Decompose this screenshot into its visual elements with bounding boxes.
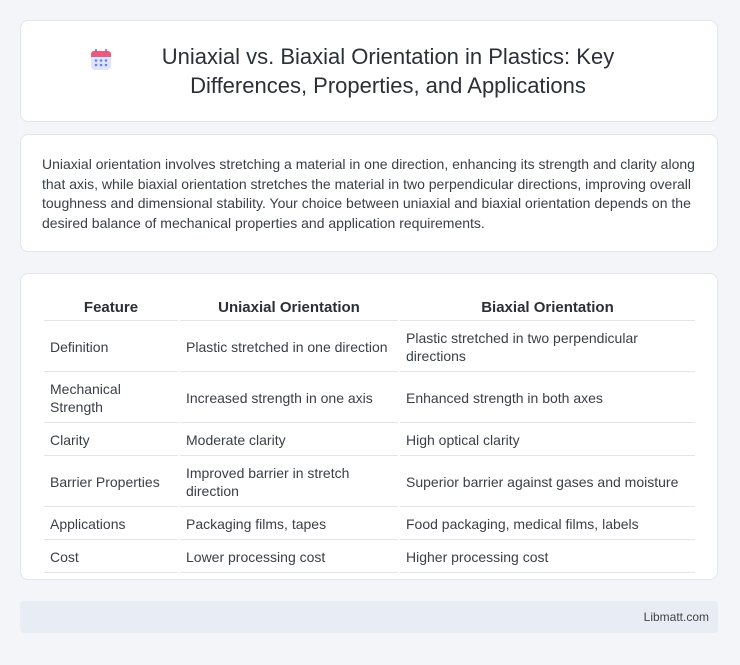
uniaxial-cell: Increased strength in one axis [180,374,398,423]
feature-cell: Cost [44,542,178,573]
comparison-table: Feature Uniaxial Orientation Biaxial Ori… [42,292,697,575]
title-wrap: Uniaxial vs. Biaxial Orientation in Plas… [89,42,649,100]
comparison-table-card: Feature Uniaxial Orientation Biaxial Ori… [20,273,718,580]
footer-site-link[interactable]: Libmatt.com [644,610,709,624]
biaxial-cell: Higher processing cost [400,542,695,573]
uniaxial-cell: Lower processing cost [180,542,398,573]
table-row: Clarity Moderate clarity High optical cl… [44,425,695,456]
table-header-row: Feature Uniaxial Orientation Biaxial Ori… [44,294,695,321]
summary-text: Uniaxial orientation involves stretching… [42,156,695,231]
uniaxial-cell: Improved barrier in stretch direction [180,458,398,507]
table-row: Mechanical Strength Increased strength i… [44,374,695,423]
uniaxial-cell: Packaging films, tapes [180,509,398,540]
calendar-icon [89,48,113,77]
title-card: Uniaxial vs. Biaxial Orientation in Plas… [20,20,718,122]
feature-cell: Mechanical Strength [44,374,178,423]
table-row: Applications Packaging films, tapes Food… [44,509,695,540]
feature-cell: Definition [44,323,178,372]
column-header-feature: Feature [44,294,178,321]
summary-card: Uniaxial orientation involves stretching… [20,134,718,252]
biaxial-cell: Enhanced strength in both axes [400,374,695,423]
column-header-uniaxial: Uniaxial Orientation [180,294,398,321]
biaxial-cell: Superior barrier against gases and moist… [400,458,695,507]
feature-cell: Applications [44,509,178,540]
uniaxial-cell: Plastic stretched in one direction [180,323,398,372]
feature-cell: Barrier Properties [44,458,178,507]
footer: Libmatt.com [20,601,718,633]
biaxial-cell: High optical clarity [400,425,695,456]
uniaxial-cell: Moderate clarity [180,425,398,456]
biaxial-cell: Food packaging, medical films, labels [400,509,695,540]
biaxial-cell: Plastic stretched in two perpendicular d… [400,323,695,372]
page-title: Uniaxial vs. Biaxial Orientation in Plas… [161,44,615,98]
table-row: Definition Plastic stretched in one dire… [44,323,695,372]
feature-cell: Clarity [44,425,178,456]
table-row: Barrier Properties Improved barrier in s… [44,458,695,507]
column-header-biaxial: Biaxial Orientation [400,294,695,321]
table-row: Cost Lower processing cost Higher proces… [44,542,695,573]
